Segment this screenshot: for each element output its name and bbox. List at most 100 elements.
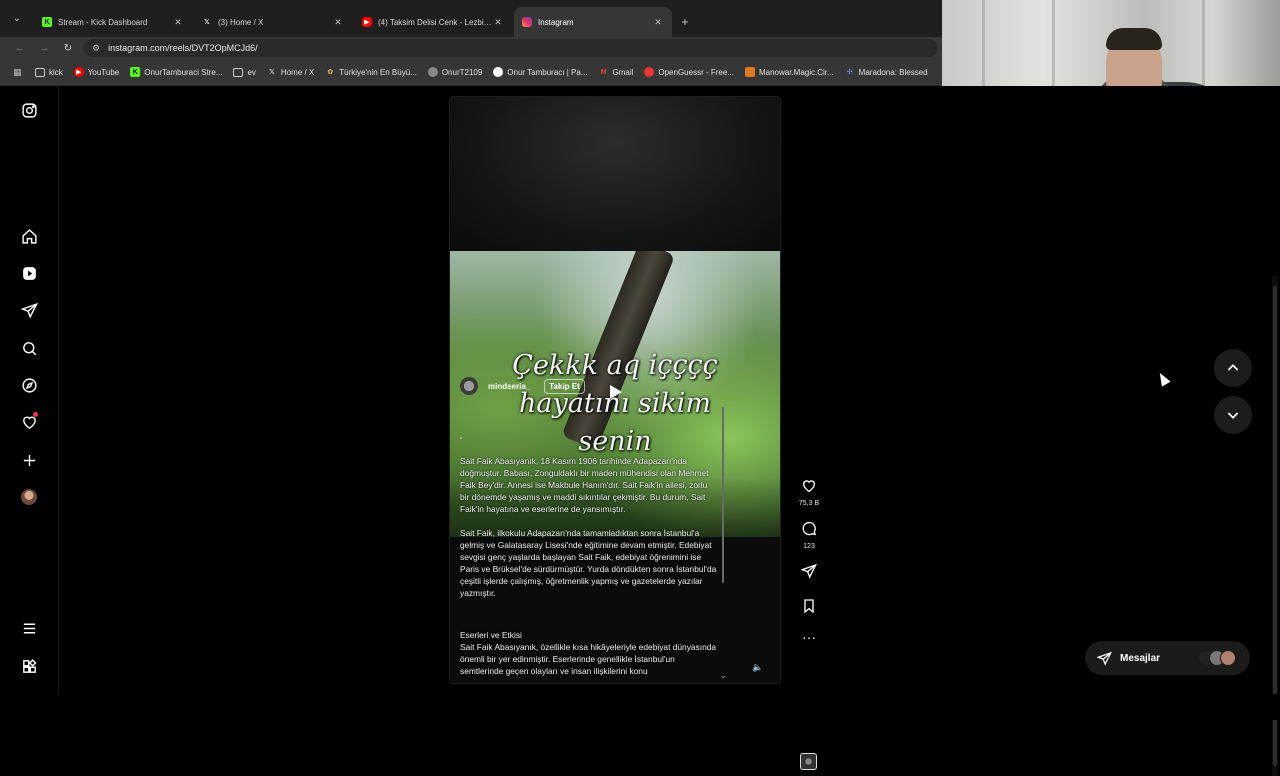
- search-icon[interactable]: [19, 338, 39, 358]
- site-icon: ✣: [846, 69, 853, 76]
- reel-top-area: [450, 97, 780, 251]
- bookmark-label: Manowar.Magic.Cir...: [758, 67, 834, 77]
- create-plus-icon[interactable]: [19, 450, 39, 470]
- messages-label: Mesajlar: [1120, 652, 1161, 664]
- share-button[interactable]: [798, 563, 820, 584]
- also-from-meta-icon[interactable]: [19, 656, 39, 676]
- caption-paragraph: Sait Faik Abasıyanık, 18 Kasım 1906 tari…: [460, 456, 709, 514]
- instagram-logo-icon[interactable]: [19, 100, 39, 120]
- instagram-page: Çekkk aq içççç hayatını sikim senin mind…: [0, 86, 1280, 776]
- more-options-icon[interactable]: ···: [798, 630, 820, 644]
- share-icon: [800, 563, 817, 579]
- heart-icon: [802, 480, 816, 493]
- instagram-sidebar: [0, 86, 59, 694]
- bookmark-turkiye[interactable]: ✿ Türkiye'nin En Büyü...: [325, 67, 417, 77]
- direct-messages-icon[interactable]: [19, 300, 39, 320]
- close-tab-icon[interactable]: ✕: [332, 17, 344, 28]
- bookmark-label: OnurTamburaci Stre...: [144, 67, 223, 77]
- tab-title: (4) Taksim Delisi Cenk - Lezbiye: [378, 17, 492, 27]
- like-count: 75,3 B: [798, 500, 820, 507]
- address-url: instagram.com/reels/DVT2OpMCJd6/: [108, 43, 258, 53]
- close-tab-icon[interactable]: ✕: [492, 17, 504, 28]
- like-button[interactable]: 75,3 B: [798, 478, 820, 507]
- comment-icon: [802, 521, 816, 536]
- kick-icon: K: [42, 17, 52, 27]
- chevron-down-icon: [1227, 412, 1239, 419]
- site-icon: [744, 67, 755, 77]
- next-reel-button[interactable]: [1214, 396, 1252, 434]
- caption-marker: [460, 437, 462, 439]
- back-icon[interactable]: ←: [8, 43, 32, 54]
- reel-overlay-text: Çekkk aq içççç hayatını sikim senin: [512, 350, 718, 457]
- messages-button[interactable]: Mesajlar: [1085, 641, 1250, 675]
- bookmark-gmail[interactable]: M Gmail: [598, 67, 634, 77]
- bookmark-label: kick: [49, 67, 63, 77]
- browser-tab-strip: ⌄ K Stream - Kick Dashboard ✕ 𝕏 (3) Home…: [0, 0, 942, 37]
- youtube-icon: ▶: [362, 17, 372, 27]
- home-icon[interactable]: [19, 226, 39, 246]
- bookmark-icon: [804, 599, 814, 614]
- caption-heading: Eserleri ve Etkisi: [460, 630, 522, 640]
- bookmark-x-home[interactable]: 𝕏 Home / X: [267, 67, 314, 77]
- notification-dot: [33, 412, 38, 417]
- mute-icon[interactable]: 🔈: [750, 659, 766, 675]
- youtube-icon: ▶: [73, 67, 84, 77]
- tab-kick-dashboard[interactable]: K Stream - Kick Dashboard ✕: [34, 7, 192, 37]
- tab-youtube[interactable]: ▶ (4) Taksim Delisi Cenk - Lezbiye ✕: [354, 7, 512, 37]
- play-icon[interactable]: [610, 385, 622, 399]
- explore-icon[interactable]: [19, 375, 39, 395]
- bookmark-label: Onur Tamburacı | Pa...: [507, 67, 588, 77]
- caption-scrollbar[interactable]: [722, 407, 724, 583]
- author-avatar[interactable]: [460, 377, 478, 395]
- caption-paragraph: Sait Faik, ilkokulu Adapazarı'nda tamaml…: [460, 528, 717, 598]
- more-menu-icon[interactable]: [19, 618, 39, 638]
- notifications-heart-icon[interactable]: [19, 412, 39, 432]
- caption-expand-chevron-icon[interactable]: ⌄: [720, 671, 727, 680]
- folder-icon: [233, 67, 244, 77]
- bookmark-onurtamburaci-stream[interactable]: K OnurTamburaci Stre...: [130, 67, 222, 77]
- profile-avatar[interactable]: [19, 487, 39, 507]
- site-info-icon[interactable]: ⚙: [92, 43, 100, 54]
- site-icon: ✿: [327, 69, 334, 76]
- author-username[interactable]: mindseria_: [488, 382, 530, 391]
- bookmark-openguessr[interactable]: OpenGuessr - Free...: [644, 67, 734, 77]
- bookmark-label: Home / X: [280, 67, 315, 77]
- site-icon: [644, 67, 655, 77]
- bookmark-youtube[interactable]: ▶ YouTube: [73, 67, 119, 77]
- instagram-icon: [522, 17, 532, 27]
- caption-paragraph: Sait Faik Abasıyanık, özellikle kısa hik…: [460, 642, 717, 676]
- tab-search-chevron-icon[interactable]: ⌄: [0, 0, 34, 37]
- bookmark-ev[interactable]: ev: [233, 67, 256, 77]
- address-bar[interactable]: ⚙ instagram.com/reels/DVT2OpMCJd6/: [84, 39, 938, 57]
- x-icon: 𝕏: [204, 19, 210, 26]
- reel-caption[interactable]: Sait Faik Abasıyanık, 18 Kasım 1906 tari…: [460, 455, 718, 683]
- tab-title: (3) Home / X: [218, 17, 264, 27]
- tab-instagram[interactable]: Instagram ✕: [514, 7, 672, 37]
- save-button[interactable]: [798, 598, 820, 619]
- reload-icon[interactable]: ↻: [56, 43, 80, 54]
- avatar: [21, 489, 37, 505]
- tab-x-home[interactable]: 𝕏 (3) Home / X ✕: [194, 7, 352, 37]
- bookmark-kick[interactable]: kick: [35, 67, 63, 77]
- bookmark-onurt2109[interactable]: OnurT2109: [427, 67, 482, 77]
- browser-toolbar: ← → ↻ ⚙ instagram.com/reels/DVT2OpMCJd6/: [0, 37, 942, 59]
- site-icon: [493, 67, 504, 77]
- audio-thumbnail[interactable]: [800, 753, 817, 770]
- bookmark-onur-patreon[interactable]: Onur Tamburacı | Pa...: [493, 67, 587, 77]
- forward-icon[interactable]: →: [32, 43, 56, 54]
- follow-button[interactable]: Takip Et: [544, 378, 585, 394]
- previous-reel-button[interactable]: [1214, 349, 1252, 387]
- apps-grid-icon[interactable]: ▦: [13, 67, 23, 77]
- close-tab-icon[interactable]: ✕: [172, 17, 184, 28]
- close-tab-icon[interactable]: ✕: [652, 17, 664, 28]
- kick-icon: K: [130, 67, 141, 77]
- reel-author: mindseria_ Takip Et: [460, 377, 585, 395]
- new-tab-icon[interactable]: +: [674, 7, 696, 37]
- bookmark-maradona[interactable]: ✣ Maradona: Blessed: [845, 67, 928, 77]
- reels-icon[interactable]: [19, 263, 39, 283]
- bookmark-manowar[interactable]: Manowar.Magic.Cir...: [744, 67, 834, 77]
- reel-player[interactable]: Çekkk aq içççç hayatını sikim senin mind…: [449, 96, 781, 684]
- bottom-edge: [0, 694, 1280, 720]
- comment-button[interactable]: 123: [798, 521, 820, 550]
- messages-icon: [1097, 651, 1112, 666]
